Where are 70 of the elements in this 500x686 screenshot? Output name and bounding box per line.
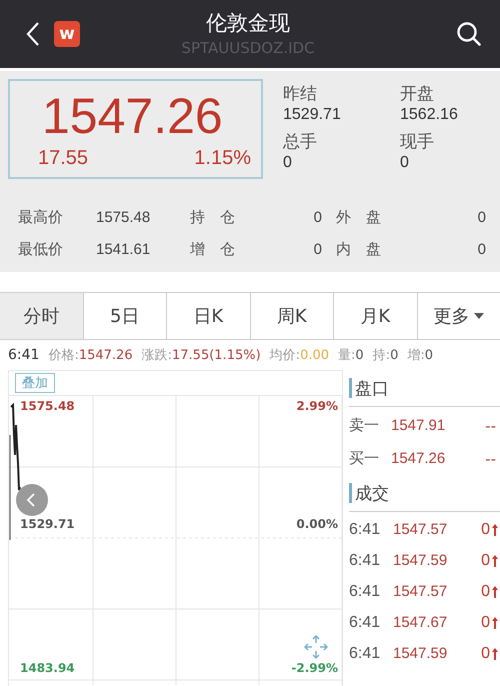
order-price: 1547.91 (391, 417, 446, 434)
chart-tab[interactable]: 分时 (0, 293, 84, 339)
up-arrow-icon (492, 524, 498, 536)
section-title: 盘口 (355, 378, 389, 400)
price-axis-label: 1575.48 (20, 399, 75, 413)
stat-value: 1562.16 (400, 105, 459, 125)
info-item: 量:0 (338, 347, 364, 364)
order-volume: -- (485, 450, 497, 468)
info-item: 均价:0.00 (270, 347, 330, 364)
order-label: 买一 (349, 449, 380, 468)
stat-value: 0 (400, 153, 410, 173)
percent-axis-label: 0.00% (296, 517, 338, 531)
detail-label: 持 仓 (190, 208, 236, 226)
trade-price: 1547.59 (393, 645, 448, 662)
stat-label: 开盘 (400, 83, 435, 105)
price-axis-label: 1529.71 (20, 517, 75, 531)
order-price: 1547.26 (391, 450, 446, 467)
up-arrow-icon (492, 616, 498, 628)
stat-label: 总手 (283, 131, 318, 153)
detail-label: 内 盘 (336, 240, 382, 258)
up-arrow-icon (492, 648, 498, 660)
info-item: 涨跌:17.55(1.15%) (142, 347, 261, 364)
detail-value: 0 (312, 208, 322, 226)
trade-volume: 0 (481, 644, 490, 662)
detail-label: 最高价 (18, 208, 64, 226)
price-change: 17.55 (38, 147, 88, 170)
trade-volume: 0 (481, 614, 490, 632)
detail-value: 0 (476, 240, 486, 258)
trade-time: 6:41 (349, 582, 382, 600)
detail-label: 最低价 (18, 240, 64, 258)
info-time: 6:41 (8, 347, 40, 363)
detail-value: 0 (312, 240, 322, 258)
trade-time: 6:41 (349, 644, 382, 662)
section-title: 成交 (355, 482, 389, 504)
stat-value: 0 (283, 153, 293, 173)
detail-value: 1541.61 (95, 240, 152, 258)
search-icon[interactable] (456, 21, 482, 47)
detail-value: 1575.48 (95, 208, 152, 226)
trade-volume: 0 (481, 552, 490, 570)
trade-price: 1547.67 (393, 614, 448, 631)
stat-value: 1529.71 (283, 105, 342, 125)
window-title: 伦敦金现 (206, 10, 290, 37)
detail-value: 0 (476, 208, 486, 226)
detail-label: 外 盘 (336, 208, 382, 226)
up-arrow-icon (492, 586, 498, 598)
percent-change: 1.15% (194, 147, 251, 170)
trade-time: 6:41 (349, 520, 382, 538)
app-logo: w (54, 21, 80, 47)
last-price: 1547.26 (41, 87, 224, 146)
order-volume: -- (485, 416, 497, 434)
trade-volume: 0 (481, 582, 490, 600)
stat-label: 昨结 (283, 83, 318, 105)
caret-icon (474, 313, 484, 319)
trade-time: 6:41 (349, 552, 382, 570)
trade-price: 1547.57 (393, 521, 448, 538)
price-axis-label: 1483.94 (20, 661, 75, 675)
trade-time: 6:41 (349, 614, 382, 632)
trade-price: 1547.59 (393, 552, 448, 569)
info-item: 价格:1547.26 (48, 347, 133, 364)
percent-axis-label: 2.99% (296, 399, 338, 413)
order-label: 卖一 (349, 416, 380, 435)
percent-axis-label: -2.99% (291, 661, 338, 675)
detail-label: 增 仓 (190, 240, 236, 258)
trade-price: 1547.57 (393, 583, 448, 600)
up-arrow-icon (492, 554, 498, 566)
stat-label: 现手 (400, 131, 435, 153)
info-item: 增:0 (407, 347, 434, 364)
back-icon[interactable] (26, 21, 40, 47)
trade-volume: 0 (481, 520, 490, 538)
info-item: 持:0 (372, 347, 398, 364)
